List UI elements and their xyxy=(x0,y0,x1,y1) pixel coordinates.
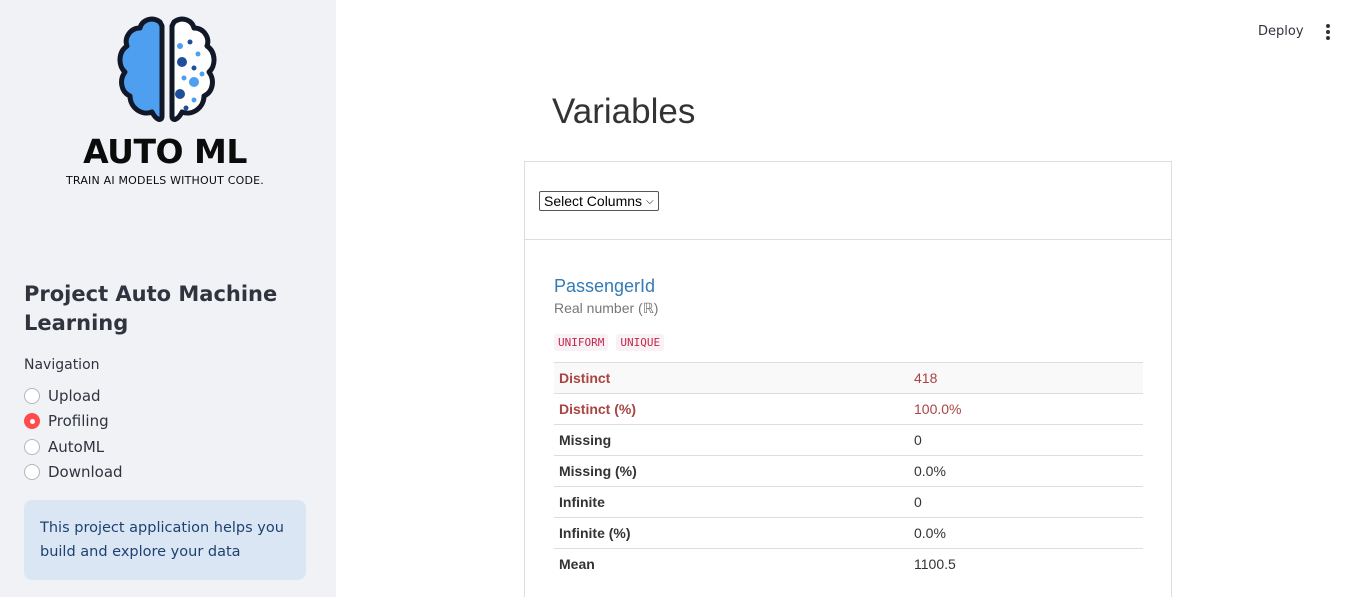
nav-item-label: Upload xyxy=(48,386,101,405)
info-box: This project application helps you build… xyxy=(24,500,306,580)
navigation-radio-group: Upload Profiling AutoML Download xyxy=(24,383,123,485)
nav-item-label: Download xyxy=(48,463,123,482)
logo-tagline: TRAIN AI MODELS WITHOUT CODE. xyxy=(66,174,264,187)
stat-key: Infinite (%) xyxy=(554,517,909,549)
select-columns-label: Select Columns xyxy=(544,193,643,209)
nav-item-upload[interactable]: Upload xyxy=(24,383,123,409)
sidebar: AUTO ML TRAIN AI MODELS WITHOUT CODE. Pr… xyxy=(0,0,336,597)
stat-value: 0 xyxy=(909,424,1143,456)
stat-value: 100.0% xyxy=(909,393,1143,425)
variable-name-link[interactable]: PassengerId xyxy=(554,276,655,297)
nav-item-label: Profiling xyxy=(48,412,109,431)
stat-key: Missing (%) xyxy=(554,455,909,487)
select-columns-dropdown[interactable]: Select Columns ⌵ xyxy=(539,191,659,211)
stat-value: 0 xyxy=(909,486,1143,518)
badge-uniform: UNIFORM xyxy=(554,334,609,351)
table-row: Distinct (%) 100.0% xyxy=(554,393,1143,425)
stat-value: 0.0% xyxy=(909,517,1143,549)
stat-key: Distinct (%) xyxy=(554,393,909,425)
auto-ml-logo: AUTO ML TRAIN AI MODELS WITHOUT CODE. xyxy=(40,14,296,190)
stat-key: Distinct xyxy=(554,362,909,394)
table-row: Infinite 0 xyxy=(554,486,1143,518)
table-row: Mean 1100.5 xyxy=(554,548,1143,580)
table-row: Infinite (%) 0.0% xyxy=(554,517,1143,549)
nav-item-label: AutoML xyxy=(48,437,105,456)
table-row: Missing (%) 0.0% xyxy=(554,455,1143,487)
chevron-down-icon: ⌵ xyxy=(646,195,654,207)
stat-key: Missing xyxy=(554,424,909,456)
stat-key: Mean xyxy=(554,548,909,580)
variable-badges: UNIFORM UNIQUE xyxy=(554,334,665,351)
logo-title: AUTO ML xyxy=(83,132,247,171)
radio-button[interactable] xyxy=(24,438,40,455)
table-row: Missing 0 xyxy=(554,424,1143,456)
panel-header: Select Columns ⌵ xyxy=(525,162,1171,240)
badge-unique: UNIQUE xyxy=(616,334,665,351)
stat-value: 0.0% xyxy=(909,455,1143,487)
kebab-menu-icon[interactable] xyxy=(1320,23,1336,41)
navigation-label: Navigation xyxy=(24,357,100,373)
stat-key: Infinite xyxy=(554,486,909,518)
stat-value: 1100.5 xyxy=(909,548,1143,580)
deploy-button[interactable]: Deploy xyxy=(1250,22,1312,42)
project-title: Project Auto Machine Learning xyxy=(24,282,278,335)
page-title: Variables xyxy=(552,92,696,131)
brain-icon xyxy=(117,16,217,122)
radio-button[interactable] xyxy=(24,387,40,404)
radio-button-selected[interactable] xyxy=(24,413,40,430)
radio-button[interactable] xyxy=(24,464,40,481)
variables-panel: Select Columns ⌵ PassengerId Real number… xyxy=(524,161,1172,597)
nav-item-download[interactable]: Download xyxy=(24,460,123,486)
nav-item-automl[interactable]: AutoML xyxy=(24,434,123,460)
variable-type: Real number (ℝ) xyxy=(554,300,659,316)
table-row: Distinct 418 xyxy=(554,362,1143,394)
stat-value: 418 xyxy=(909,362,1143,394)
nav-item-profiling[interactable]: Profiling xyxy=(24,409,123,435)
variable-stats-table: Distinct 418 Distinct (%) 100.0% Missing… xyxy=(554,362,1143,580)
